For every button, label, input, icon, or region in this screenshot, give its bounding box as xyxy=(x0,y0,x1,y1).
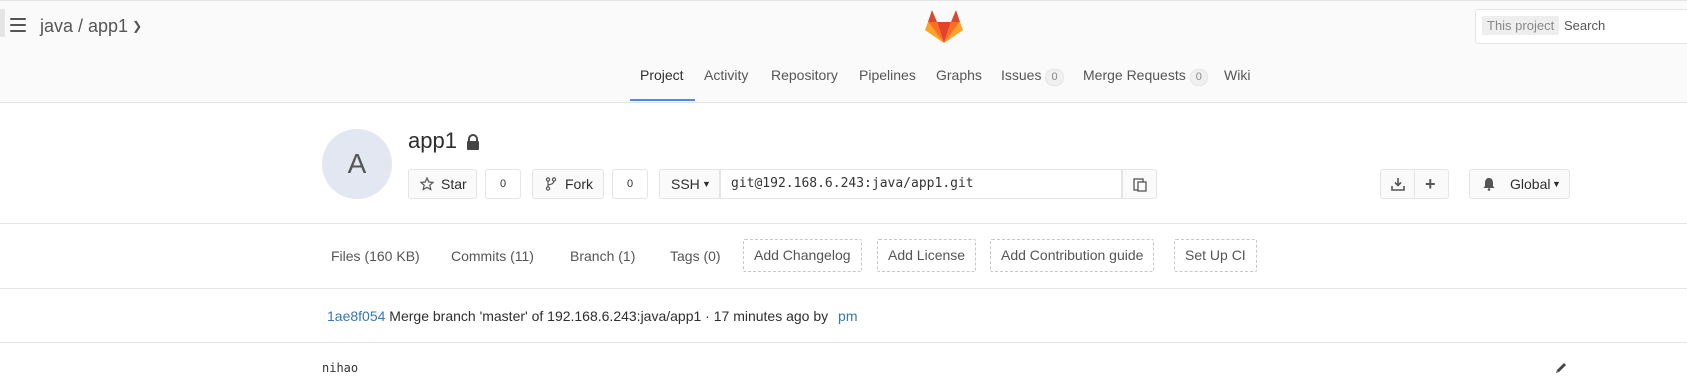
tab-graphs[interactable]: Graphs xyxy=(936,67,982,83)
lock-icon xyxy=(467,134,479,150)
gitlab-logo-icon[interactable] xyxy=(925,8,963,44)
caret-down-icon: ▼ xyxy=(702,179,711,189)
bell-icon xyxy=(1483,178,1495,191)
fork-icon xyxy=(545,177,557,191)
star-label: Star xyxy=(441,176,467,192)
star-icon xyxy=(420,177,434,191)
clone-url-input[interactable]: git@192.168.6.243:java/app1.git xyxy=(720,169,1122,199)
notification-dropdown[interactable]: Global ▼ xyxy=(1469,169,1570,199)
files-link[interactable]: Files (160 KB) xyxy=(331,248,420,264)
commits-link[interactable]: Commits (11) xyxy=(451,248,534,264)
tab-merge-requests[interactable]: Merge Requests 0 xyxy=(1083,67,1208,86)
readme-content: nihao xyxy=(322,361,359,375)
tags-link[interactable]: Tags (0) xyxy=(670,248,721,264)
branch-link[interactable]: Branch (1) xyxy=(570,248,635,264)
tab-project[interactable]: Project xyxy=(640,67,684,83)
search-scope-badge: This project xyxy=(1482,16,1560,35)
project-avatar: A xyxy=(322,129,392,199)
edit-pencil-icon[interactable] xyxy=(1554,361,1568,375)
divider xyxy=(0,342,1687,343)
copy-url-button[interactable] xyxy=(1122,169,1157,199)
last-commit: 1ae8f054 Merge branch 'master' of 192.16… xyxy=(327,308,857,324)
commit-author-link[interactable]: pm xyxy=(838,308,857,324)
set-up-ci-button[interactable]: Set Up CI xyxy=(1174,239,1257,272)
divider xyxy=(0,288,1687,289)
fork-count[interactable]: 0 xyxy=(612,169,648,199)
tab-repository[interactable]: Repository xyxy=(771,67,838,83)
download-icon xyxy=(1391,178,1405,191)
active-tab-indicator xyxy=(630,99,695,101)
commit-message: Merge branch 'master' of 192.168.6.243:j… xyxy=(389,308,829,324)
tab-activity[interactable]: Activity xyxy=(704,67,748,83)
caret-down-icon: ▼ xyxy=(1552,179,1561,189)
protocol-dropdown[interactable]: SSH ▼ xyxy=(659,169,720,199)
top-header: java / app1 ❯ This project Search Project… xyxy=(0,0,1687,103)
tab-wiki[interactable]: Wiki xyxy=(1224,67,1250,83)
breadcrumb-text: java / app1 xyxy=(40,16,129,36)
clipboard-icon xyxy=(1133,178,1147,192)
fork-label: Fork xyxy=(565,176,593,192)
notification-label: Global xyxy=(1510,176,1551,192)
merge-requests-count-badge: 0 xyxy=(1189,69,1208,86)
search-input[interactable]: Search xyxy=(1564,18,1605,33)
divider xyxy=(0,223,1687,224)
add-changelog-button[interactable]: Add Changelog xyxy=(743,239,862,272)
protocol-label: SSH xyxy=(671,176,700,192)
plus-icon: + xyxy=(1425,174,1436,194)
project-breadcrumb[interactable]: java / app1 ❯ xyxy=(40,16,142,37)
star-button[interactable]: Star xyxy=(408,169,477,199)
fork-button[interactable]: Fork xyxy=(532,169,604,199)
issues-count-badge: 0 xyxy=(1045,69,1064,86)
add-new-button[interactable]: + xyxy=(1414,169,1449,199)
download-button[interactable] xyxy=(1380,169,1415,199)
chevron-down-icon: ❯ xyxy=(132,19,143,33)
star-count[interactable]: 0 xyxy=(485,169,521,199)
search-box[interactable]: This project Search xyxy=(1475,9,1687,44)
add-license-button[interactable]: Add License xyxy=(877,239,977,272)
project-title: app1 xyxy=(408,128,457,153)
commit-sha-link[interactable]: 1ae8f054 xyxy=(327,308,385,324)
add-contribution-guide-button[interactable]: Add Contribution guide xyxy=(990,239,1155,272)
hamburger-menu-icon[interactable] xyxy=(10,18,26,32)
sidebar-toggle-tab xyxy=(0,9,5,37)
tab-pipelines[interactable]: Pipelines xyxy=(859,67,916,83)
tab-issues[interactable]: Issues 0 xyxy=(1001,67,1064,86)
